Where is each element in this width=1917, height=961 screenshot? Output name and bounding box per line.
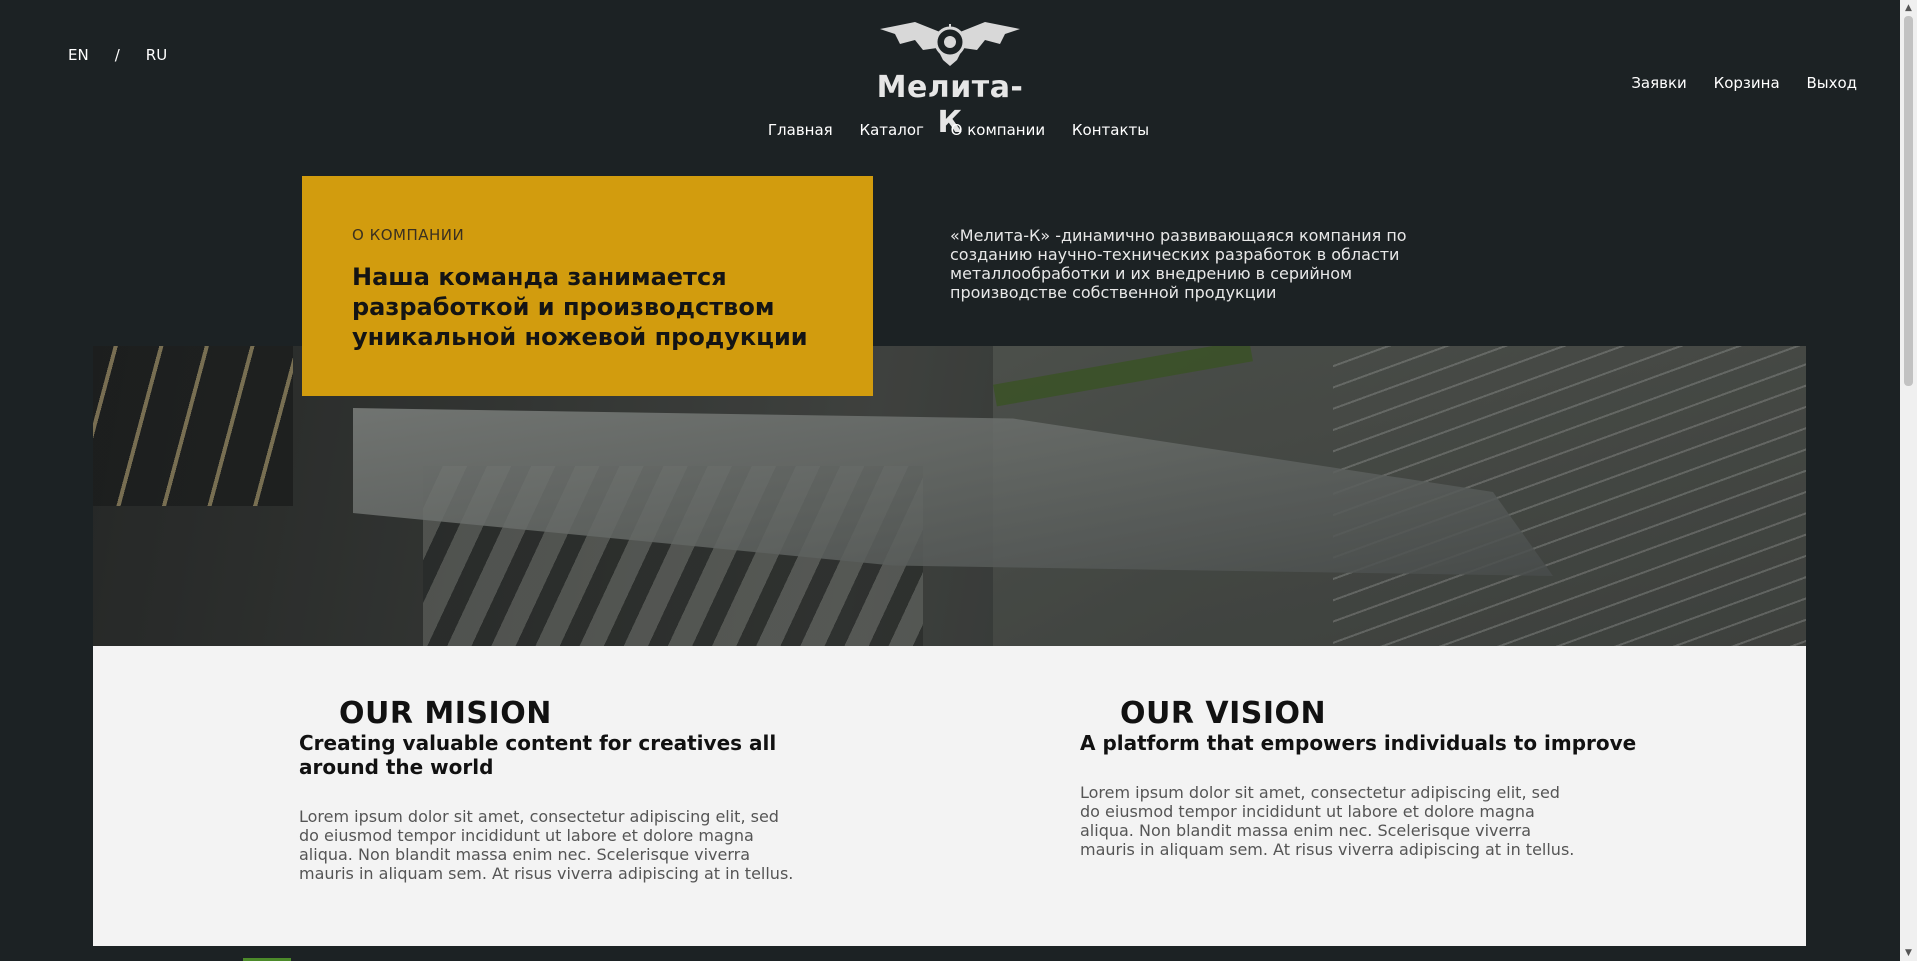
vision-block: OUR VISION A platform that empowers indi… — [1080, 696, 1640, 859]
page-scrollbar[interactable]: ▲ ▼ — [1900, 0, 1917, 961]
mission-title: OUR MISION — [339, 696, 552, 731]
scrollbar-thumb[interactable] — [1904, 16, 1913, 386]
about-heading: Наша команда занимается разработкой и пр… — [352, 263, 808, 351]
mission-block: OUR MISION Creating valuable content for… — [299, 696, 839, 883]
user-menu: Заявки Корзина Выход — [1609, 74, 1857, 92]
mission-vision-section: OUR MISION Creating valuable content for… — [93, 646, 1806, 946]
lang-separator: / — [114, 46, 120, 64]
vision-title: OUR VISION — [1120, 696, 1327, 731]
requests-link[interactable]: Заявки — [1631, 74, 1686, 92]
lang-en-link[interactable]: EN — [68, 46, 89, 64]
about-card: О КОМПАНИИ Наша команда занимается разра… — [302, 176, 873, 396]
company-description: «Мелита-К» -динамично развивающаяся комп… — [950, 226, 1407, 302]
site-logo[interactable]: Мелита-К — [870, 14, 1030, 140]
vision-text: Lorem ipsum dolor sit amet, consectetur … — [1080, 783, 1575, 859]
scroll-down-arrow-icon[interactable]: ▼ — [1900, 945, 1917, 961]
nav-catalog[interactable]: Каталог — [859, 121, 923, 139]
nav-home[interactable]: Главная — [768, 121, 833, 139]
about-kicker: О КОМПАНИИ — [352, 226, 465, 244]
vision-subtitle: A platform that empowers individuals to … — [1080, 731, 1637, 755]
nav-about[interactable]: О компании — [951, 121, 1045, 139]
mission-subtitle: Creating valuable content for creatives … — [299, 731, 777, 779]
lang-ru-link[interactable]: RU — [146, 46, 167, 64]
main-nav: Главная Каталог О компании Контакты — [0, 121, 1917, 139]
logout-link[interactable]: Выход — [1806, 74, 1857, 92]
language-switcher: EN / RU — [68, 46, 167, 64]
mission-text: Lorem ipsum dolor sit amet, consectetur … — [299, 807, 794, 883]
nav-contacts[interactable]: Контакты — [1072, 121, 1149, 139]
bat-gear-logo-icon — [880, 22, 1020, 66]
cart-link[interactable]: Корзина — [1714, 74, 1780, 92]
scroll-up-arrow-icon[interactable]: ▲ — [1900, 0, 1917, 16]
